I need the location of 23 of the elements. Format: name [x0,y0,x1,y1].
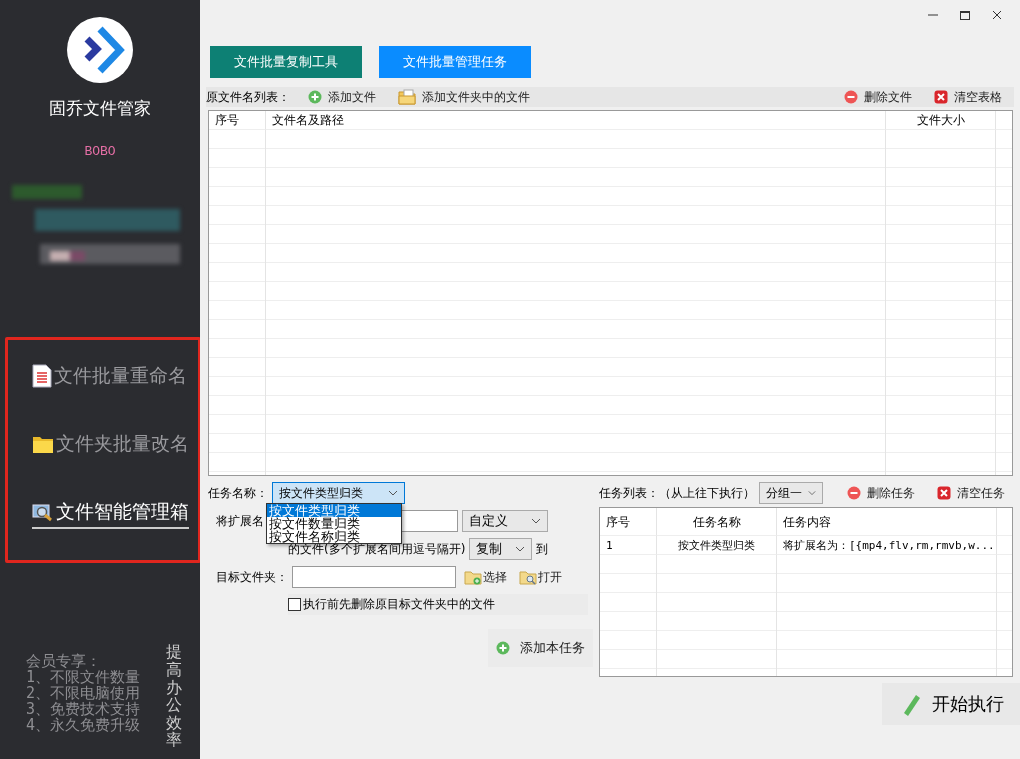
user-name: BOBO [84,144,116,159]
column-header: 任务名称 [657,508,777,536]
member-perk: 2、不限电脑使用 [26,685,140,702]
column-header: 文件大小 [886,111,996,130]
table-cell: 将扩展名为：[{mp4,flv,rm,rmvb,w... [777,536,997,555]
app-name: 固乔文件管家 [49,97,151,120]
table-cell: 按文件类型归类 [657,536,777,555]
to-label: 到 [536,540,549,558]
slogan-text: 提高办公效率 [166,643,182,749]
column-header: 任务内容 [777,508,997,536]
member-title: 会员专享： [26,653,101,670]
column-header: 序号 [209,111,266,130]
member-perk: 1、不限文件数量 [26,669,140,686]
column-header: 文件名及路径 [266,111,886,130]
member-perk: 4、永久免费升级 [26,717,140,734]
task-name-label: 任务名称： [208,484,268,502]
column-header: 序号 [600,508,657,536]
task-list-label: 任务列表：（从上往下执行） [599,484,755,502]
target-folder-label: 目标文件夹： [216,568,288,586]
member-perk: 3、免费技术支持 [26,701,140,718]
file-list-label: 原文件名列表： [206,88,290,106]
table-cell: 1 [600,536,657,555]
extension-label: 将扩展名 [216,512,264,530]
